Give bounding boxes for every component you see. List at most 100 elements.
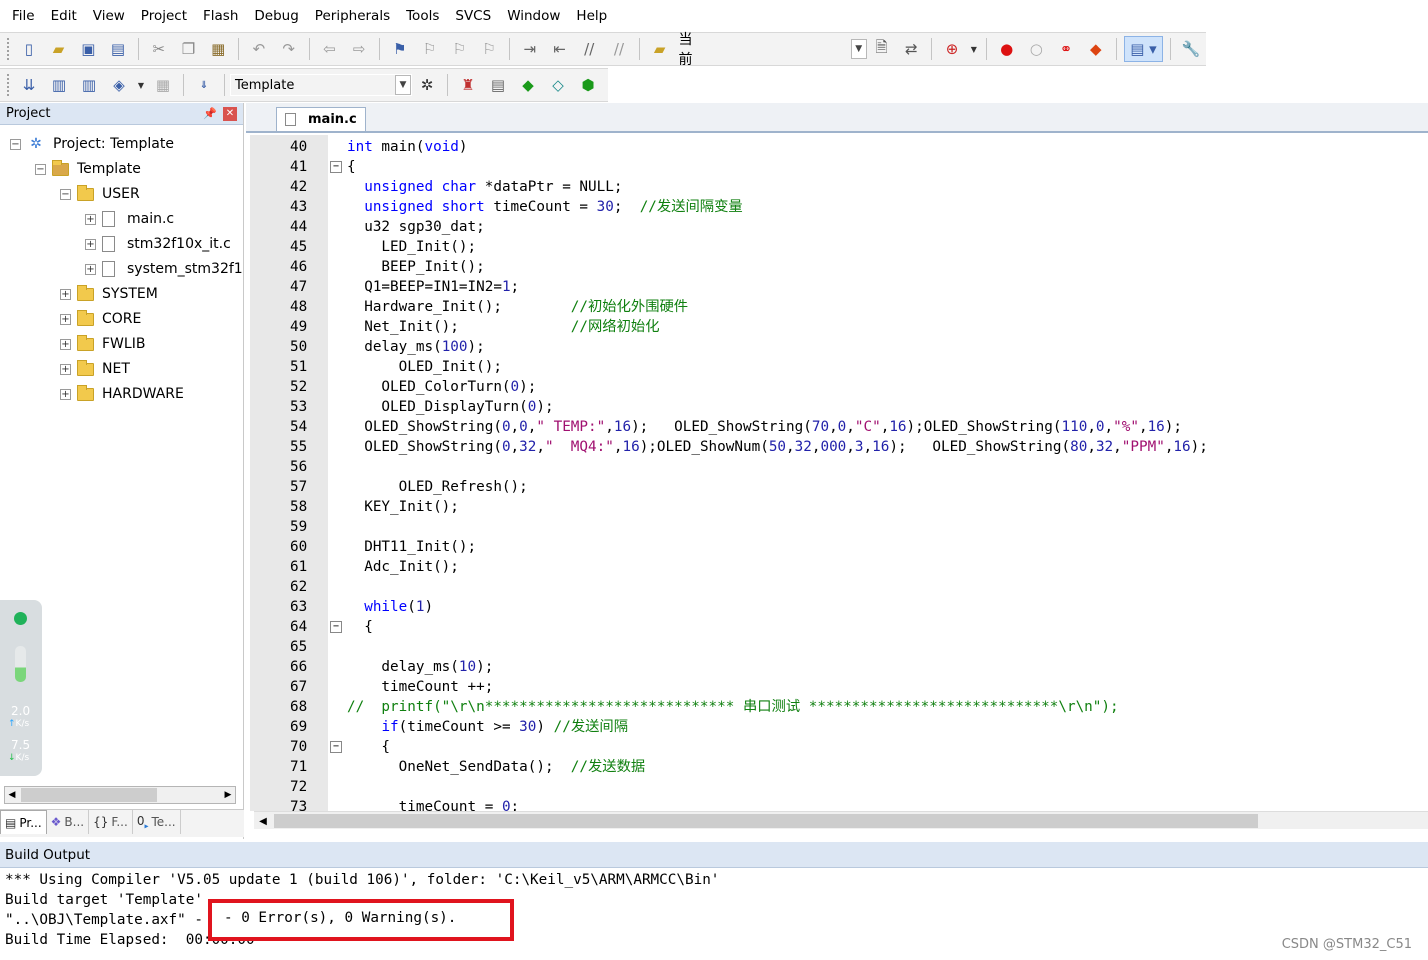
new-file-icon[interactable]: ▯	[16, 36, 42, 62]
expand-icon[interactable]: +	[60, 313, 71, 325]
tree-item[interactable]: + NET	[60, 358, 130, 380]
tab-books[interactable]: ❖ B...	[47, 810, 90, 834]
chevron-down-icon[interactable]: ▼	[395, 75, 411, 95]
stop-build-icon[interactable]: ▦	[150, 72, 176, 98]
menu-view[interactable]: View	[85, 8, 133, 24]
tree-item[interactable]: + FWLIB	[60, 333, 145, 355]
save-all-icon[interactable]: ▤	[105, 36, 131, 62]
next-bookmark-icon[interactable]: ⚐	[446, 36, 472, 62]
collapse-icon[interactable]: −	[35, 163, 46, 175]
uncomment-icon[interactable]: //	[606, 36, 632, 62]
expand-icon[interactable]: +	[60, 288, 71, 300]
batch-build-icon[interactable]: ◈	[106, 72, 132, 98]
navigate-forward-icon[interactable]: ⇨	[346, 36, 372, 62]
menu-window[interactable]: Window	[499, 8, 568, 24]
fold-toggle-icon[interactable]: −	[330, 161, 342, 173]
disable-breakpoint-icon[interactable]: ○	[1023, 36, 1049, 62]
menu-flash[interactable]: Flash	[195, 8, 246, 24]
tree-item[interactable]: + stm32f10x_it.c	[85, 233, 231, 255]
clear-bookmarks-icon[interactable]: ⚐	[476, 36, 502, 62]
expand-icon[interactable]: +	[85, 263, 96, 275]
menu-help[interactable]: Help	[568, 8, 615, 24]
indent-icon[interactable]: ⇥	[517, 36, 543, 62]
translate-icon[interactable]: ⇊	[16, 72, 42, 98]
pin-icon[interactable]: 📌	[203, 107, 217, 120]
insert-breakpoint-icon[interactable]: ●	[994, 36, 1020, 62]
editor-horizontal-scrollbar[interactable]: ◀	[254, 811, 1428, 829]
fold-toggle-icon[interactable]: −	[330, 741, 342, 753]
fold-toggle-icon[interactable]: −	[330, 621, 342, 633]
menu-edit[interactable]: Edit	[43, 8, 85, 24]
rebuild-icon[interactable]: ▥	[76, 72, 102, 98]
kill-all-breakpoints-icon[interactable]: ◆	[1083, 36, 1109, 62]
find-icon[interactable]: 🗎	[869, 36, 895, 62]
bookmark-icon[interactable]: ⚑	[387, 36, 413, 62]
undo-icon[interactable]: ↶	[246, 36, 272, 62]
pack-installer-icon[interactable]: ◇	[545, 72, 571, 98]
tab-project[interactable]: ▤ Pr...	[0, 810, 47, 834]
expand-icon[interactable]: +	[85, 213, 96, 225]
tree-item[interactable]: + system_stm32f1	[85, 258, 243, 280]
collapse-icon[interactable]: −	[60, 188, 71, 200]
scroll-right-icon[interactable]: ▶	[221, 787, 235, 803]
tree-item[interactable]: + SYSTEM	[60, 283, 158, 305]
find-combo[interactable]: ▼	[710, 38, 867, 60]
chevron-down-icon[interactable]: ▼	[969, 36, 979, 62]
debug-session-icon[interactable]: ⊕	[939, 36, 965, 62]
redo-icon[interactable]: ↷	[276, 36, 302, 62]
target-options-icon[interactable]: ✲	[414, 72, 440, 98]
menu-debug[interactable]: Debug	[246, 8, 306, 24]
tree-item[interactable]: − ✲ Project: Template	[10, 133, 174, 155]
code-text-area[interactable]: 40 int main(void) 41−{42 unsigned char *da…	[246, 135, 1428, 811]
tree-item[interactable]: + main.c	[85, 208, 174, 230]
tree-item[interactable]: − USER	[60, 183, 140, 205]
chevron-down-icon[interactable]: ▼	[136, 72, 146, 98]
scroll-left-icon[interactable]: ◀	[5, 787, 19, 803]
paste-icon[interactable]: ▦	[205, 36, 231, 62]
menu-tools[interactable]: Tools	[398, 8, 447, 24]
tab-functions[interactable]: {} F...	[89, 810, 133, 834]
expand-icon[interactable]: +	[60, 363, 71, 375]
scroll-left-icon[interactable]: ◀	[256, 812, 270, 830]
unindent-icon[interactable]: ⇤	[547, 36, 573, 62]
manage-project-items-icon[interactable]: ♜	[455, 72, 481, 98]
scroll-thumb[interactable]	[274, 814, 1258, 828]
select-packs-icon[interactable]: ▤	[485, 72, 511, 98]
pack-installer-box-icon[interactable]: ⬢	[575, 72, 601, 98]
tab-main-c[interactable]: main.c	[276, 107, 366, 131]
toolbar-grip[interactable]	[6, 73, 10, 97]
menu-project[interactable]: Project	[133, 8, 195, 24]
target-select[interactable]: Template ▼	[230, 74, 412, 96]
disable-all-breakpoints-icon[interactable]: ⚭	[1053, 36, 1079, 62]
prev-bookmark-icon[interactable]: ⚐	[417, 36, 443, 62]
expand-icon[interactable]: +	[60, 388, 71, 400]
manage-rte-icon[interactable]: ◆	[515, 72, 541, 98]
open-folder-icon[interactable]: ▰	[46, 36, 72, 62]
incremental-find-icon[interactable]: ⇄	[898, 36, 924, 62]
tree-item[interactable]: + HARDWARE	[60, 383, 184, 405]
copy-icon[interactable]: ❐	[176, 36, 202, 62]
scroll-thumb[interactable]	[21, 788, 157, 802]
window-layout-icon[interactable]: ▤ ▾	[1123, 36, 1164, 62]
chevron-down-icon[interactable]: ▼	[850, 39, 867, 59]
tree-item[interactable]: + CORE	[60, 308, 141, 330]
collapse-icon[interactable]: −	[10, 138, 21, 150]
expand-icon[interactable]: +	[60, 338, 71, 350]
tab-templates[interactable]: 0▸ Te...	[133, 810, 181, 834]
comment-icon[interactable]: //	[576, 36, 602, 62]
cut-icon[interactable]: ✂	[146, 36, 172, 62]
configure-icon[interactable]: 🔧	[1178, 36, 1204, 62]
build-icon[interactable]: ▥	[46, 72, 72, 98]
find-in-files-icon[interactable]: ▰	[647, 36, 673, 62]
toolbar-grip[interactable]	[6, 37, 10, 61]
save-icon[interactable]: ▣	[75, 36, 101, 62]
menu-file[interactable]: File	[4, 8, 43, 24]
expand-icon[interactable]: +	[85, 238, 96, 250]
close-icon[interactable]: ✕	[223, 106, 237, 121]
menu-svcs[interactable]: SVCS	[447, 8, 499, 24]
tree-horizontal-scrollbar[interactable]: ◀ ▶	[4, 786, 236, 804]
menu-peripherals[interactable]: Peripherals	[307, 8, 398, 24]
tree-item[interactable]: − Template	[35, 158, 141, 180]
download-load-icon[interactable]: ⇓	[191, 72, 217, 98]
navigate-back-icon[interactable]: ⇦	[317, 36, 343, 62]
